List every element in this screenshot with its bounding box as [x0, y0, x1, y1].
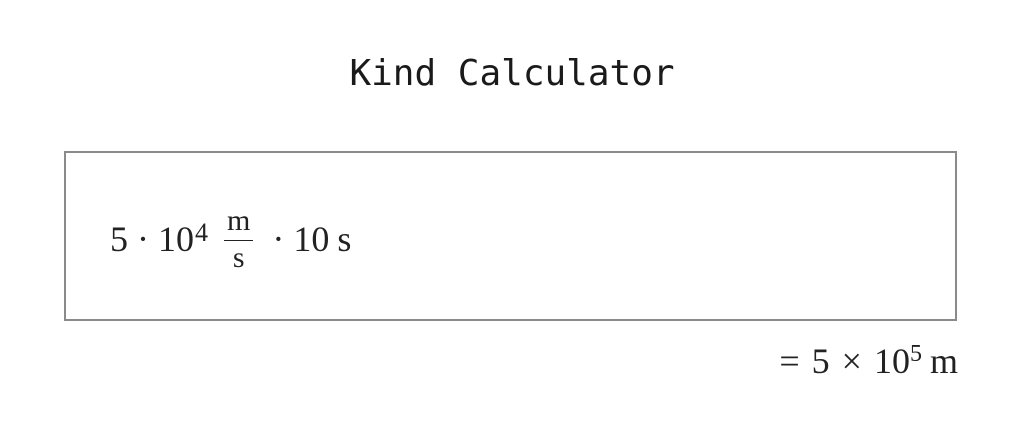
equals-sign: =: [779, 341, 800, 381]
calculator-app: Kind Calculator 5 · 10 4 m s · 10 s = 5 ×…: [0, 0, 1024, 442]
app-title: Kind Calculator: [349, 53, 675, 94]
multiply-dot-2: ·: [272, 219, 285, 259]
multiplier-value: 10: [293, 219, 330, 259]
result-output: = 5 × 10 5 m: [779, 340, 958, 382]
times-sign: ×: [841, 341, 862, 381]
expression-content: 5 · 10 4 m s · 10 s: [110, 201, 351, 277]
result-unit: m: [929, 341, 958, 381]
expression-input[interactable]: 5 · 10 4 m s · 10 s: [64, 151, 957, 321]
result-base: 10: [873, 341, 910, 381]
power-base: 10: [158, 219, 194, 259]
multiply-dot: ·: [137, 219, 149, 259]
unit-denominator: s: [232, 240, 245, 274]
result-coefficient: 5: [811, 341, 830, 381]
power-exponent: 4: [195, 218, 208, 247]
unit-numerator: m: [224, 205, 254, 241]
unit-fraction: m s: [224, 205, 254, 274]
result-exponent: 5: [909, 341, 922, 367]
multiplier-unit: s: [337, 219, 352, 259]
coefficient-value: 5: [110, 219, 128, 259]
